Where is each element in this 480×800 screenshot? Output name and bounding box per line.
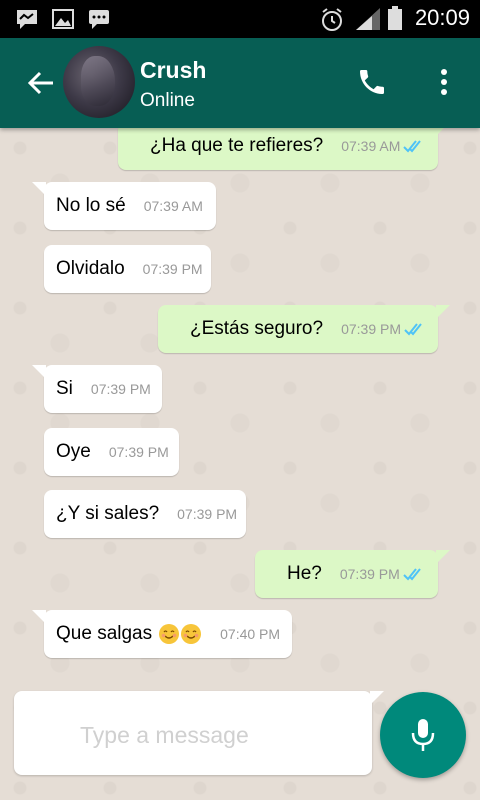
message-text: Olvidalo [56,258,125,279]
message-icon [17,10,37,29]
message-input[interactable] [78,717,362,753]
battery-icon [388,6,402,30]
status-bar: 20:09 [0,0,480,38]
message-time: 07:39 PM [339,566,400,582]
double-check-icon [403,568,421,581]
message-bubble-incoming[interactable]: No lo sé 07:39 AM [32,182,216,230]
contact-name[interactable]: Crush [140,57,206,84]
chat-icon [89,10,109,29]
double-check-icon [403,140,422,153]
message-time: 07:39 PM [142,261,203,277]
call-icon[interactable] [356,66,388,98]
message-bubble-incoming[interactable]: Oye 07:39 PM [44,428,179,476]
message-time: 07:39 PM [177,506,238,522]
message-time: 07:39 PM [341,321,402,337]
mic-icon [411,719,435,751]
composer [14,691,384,775]
message-bubble-incoming[interactable]: Olvidalo 07:39 PM [44,245,211,293]
message-time: 07:39 AM [143,198,203,214]
avatar[interactable] [63,46,135,118]
message-text: ¿Estás seguro? [190,318,324,339]
message-time: 07:39 PM [90,381,151,397]
contact-status: Online [140,90,195,111]
more-vert-icon[interactable] [432,66,456,98]
mic-button[interactable] [380,692,466,778]
signal-icon [356,8,380,30]
message-time: 07:39 AM [341,138,401,154]
image-icon [52,9,74,29]
message-text: ¿Y si sales? [56,503,160,524]
message-text: ¿Ha que te refieres? [150,135,324,156]
blush-emoji [158,623,180,646]
message-bubble-outgoing[interactable]: ¿Ha que te refieres? 07:39 AM [118,128,450,170]
message-text: Si [56,378,73,399]
message-time: 07:39 PM [108,444,169,460]
back-arrow-icon[interactable] [26,68,56,98]
alarm-icon [322,8,342,31]
message-bubble-outgoing[interactable]: He? 07:39 PM [255,550,450,598]
message-bubble-incoming[interactable]: ¿Y si sales? 07:39 PM [44,490,246,538]
chat-header: Crush Online [0,38,480,128]
message-text: Que salgas [56,623,153,644]
message-bubble-incoming[interactable]: Que salgas 07:40 PM [32,610,292,658]
message-time: 07:40 PM [220,626,281,642]
message-text: No lo sé [56,195,126,216]
message-bubble-incoming[interactable]: Si 07:39 PM [32,365,162,413]
message-text: He? [287,563,322,584]
message-bubble-outgoing[interactable]: ¿Estás seguro? 07:39 PM [158,305,450,353]
message-text: Oye [56,441,91,462]
double-check-icon [404,323,422,336]
blush-emoji [180,623,202,646]
clock: 20:09 [414,5,470,30]
